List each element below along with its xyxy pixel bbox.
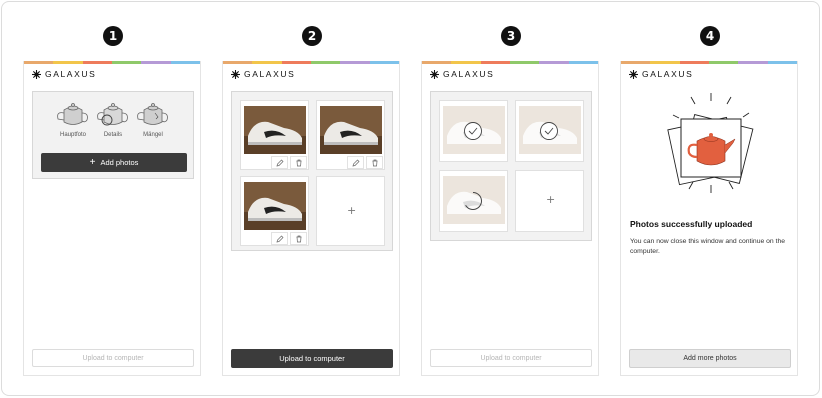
pencil-icon	[276, 235, 283, 242]
upload-to-computer-button-disabled[interactable]: Upload to computer	[32, 349, 194, 367]
step-badge-2: 2	[302, 26, 322, 46]
brand-rainbow-bar	[24, 61, 200, 64]
trash-icon	[372, 159, 377, 166]
edit-photo-button[interactable]	[347, 156, 364, 169]
teapot-defects-icon[interactable]	[135, 100, 171, 128]
upload-to-computer-button-disabled[interactable]: Upload to computer	[430, 349, 592, 367]
photo-slot[interactable]	[316, 100, 385, 170]
pencil-icon	[276, 159, 283, 166]
success-title: Photos successfully uploaded	[630, 219, 753, 229]
uploaded-photo-slot	[515, 100, 584, 162]
success-illustration	[667, 93, 754, 193]
plus-icon: +	[347, 204, 357, 217]
brand-header: GALAXUS	[629, 69, 693, 79]
add-photo-slot[interactable]: +	[316, 176, 385, 246]
teapot-label-main: Hauptfoto	[59, 132, 87, 138]
uploaded-photo-slot	[439, 100, 508, 162]
delete-photo-button[interactable]	[290, 156, 307, 169]
step-badge-4: 4	[700, 26, 720, 46]
photo-slot[interactable]	[240, 176, 309, 246]
brand-header: GALAXUS	[430, 69, 494, 79]
brand-name: GALAXUS	[244, 69, 296, 79]
check-icon	[540, 122, 558, 140]
plus-icon: +	[89, 157, 96, 168]
add-photos-label: Add photos	[100, 158, 139, 167]
photo-slot[interactable]	[240, 100, 309, 170]
photo-grid-panel: +	[231, 91, 393, 251]
upload-to-computer-button[interactable]: Upload to computer	[231, 349, 393, 368]
galaxus-logo-icon	[32, 69, 41, 79]
brand-name: GALAXUS	[45, 69, 97, 79]
step-badge-3: 3	[501, 26, 521, 46]
phone-screen-2: GALAXUS + Upload to computer	[222, 61, 400, 376]
trash-icon	[296, 235, 301, 242]
add-more-photos-button[interactable]: Add more photos	[629, 349, 791, 368]
brand-rainbow-bar	[422, 61, 598, 64]
phone-screen-4: GALAXUS Photos successfully uploaded You…	[620, 61, 798, 376]
brand-name: GALAXUS	[642, 69, 694, 79]
brand-header: GALAXUS	[32, 69, 96, 79]
brand-header: GALAXUS	[231, 69, 295, 79]
pencil-icon	[352, 159, 359, 166]
brand-rainbow-bar	[621, 61, 797, 64]
sneaker-photo	[244, 182, 306, 230]
teapot-label-details: Details	[103, 132, 123, 138]
delete-photo-button[interactable]	[290, 232, 307, 245]
uploading-photo-slot	[439, 170, 508, 232]
sneaker-photo	[320, 106, 382, 154]
brand-name: GALAXUS	[443, 69, 495, 79]
success-message: You can now close this window and contin…	[630, 238, 786, 255]
trash-icon	[296, 159, 301, 166]
galaxus-logo-icon	[231, 69, 240, 79]
teapot-details-icon[interactable]	[95, 100, 131, 128]
flow-container: 1 2 3 4 GALAXUS Hauptfoto Details Mängel…	[1, 1, 820, 396]
add-photo-slot[interactable]: +	[515, 170, 584, 232]
phone-screen-1: GALAXUS Hauptfoto Details Mängel + Add p…	[23, 61, 201, 376]
upload-progress-panel: +	[430, 91, 592, 241]
spinner-icon	[465, 192, 482, 210]
sneaker-photo	[244, 106, 306, 154]
add-photos-button[interactable]: + Add photos	[41, 153, 187, 172]
step-badge-1: 1	[103, 26, 123, 46]
teapot-main-icon[interactable]	[55, 100, 91, 128]
galaxus-logo-icon	[430, 69, 439, 79]
check-icon	[464, 122, 482, 140]
plus-icon: +	[546, 193, 556, 206]
photo-category-panel: Hauptfoto Details Mängel + Add photos	[32, 91, 194, 179]
galaxus-logo-icon	[629, 69, 638, 79]
brand-rainbow-bar	[223, 61, 399, 64]
edit-photo-button[interactable]	[271, 156, 288, 169]
edit-photo-button[interactable]	[271, 232, 288, 245]
phone-screen-3: GALAXUS + Upload to computer	[421, 61, 599, 376]
delete-photo-button[interactable]	[366, 156, 383, 169]
teapot-label-defects: Mängel	[143, 132, 163, 138]
